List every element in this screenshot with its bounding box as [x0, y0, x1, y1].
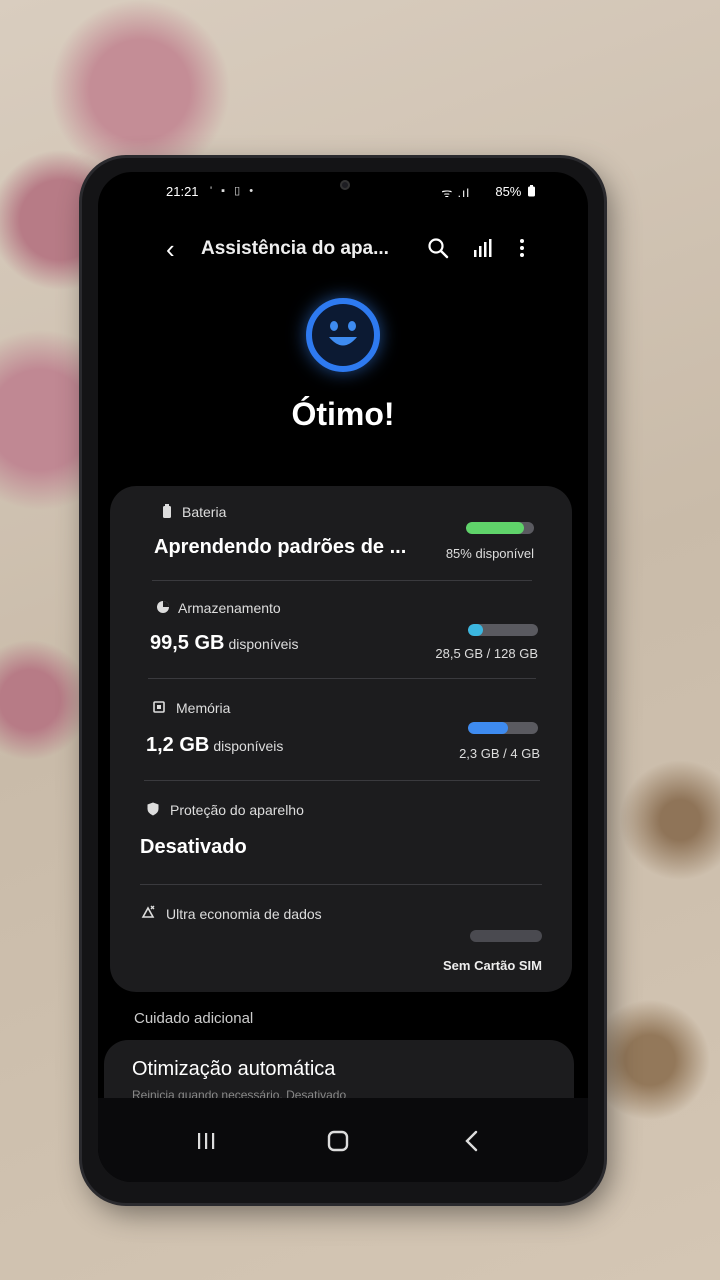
memory-bar: [468, 722, 538, 734]
recent-apps-icon[interactable]: [186, 1126, 226, 1156]
divider: [152, 580, 532, 581]
no-sim-status: Sem Cartão SIM: [443, 958, 542, 973]
battery-percent: 85%: [495, 184, 522, 199]
smiley-face-icon: [306, 298, 380, 372]
storage-amount: 99,5 GB: [150, 632, 225, 654]
navigation-bar: [98, 1098, 588, 1182]
battery-row[interactable]: Bateria Aprendendo padrões de ... 85% di…: [110, 486, 572, 582]
memory-suffix: disponíveis: [213, 738, 284, 754]
memory-bar-fill: [468, 722, 509, 734]
storage-info: 28,5 GB / 128 GB: [435, 646, 538, 661]
protection-row[interactable]: Proteção do aparelho Desativado: [110, 782, 572, 882]
pie-chart-icon: [157, 601, 169, 613]
storage-row[interactable]: Armazenamento 99,5 GB disponíveis 28,5 GB…: [110, 582, 572, 680]
notification-icons: ' ▪ ▯ •: [210, 185, 257, 197]
device-care-card: Bateria Aprendendo padrões de ... 85% di…: [110, 486, 572, 992]
battery-bar-fill: [466, 522, 524, 534]
storage-suffix: disponíveis: [228, 636, 299, 652]
search-icon[interactable]: [426, 236, 450, 260]
home-icon[interactable]: [318, 1126, 358, 1156]
memory-row[interactable]: Memória 1,2 GB disponíveis 2,3 GB / 4 GB: [110, 680, 572, 780]
signal-icon: ᯤ .ıl: [441, 186, 470, 200]
protection-label: Proteção do aparelho: [170, 802, 304, 818]
data-saver-row[interactable]: Ultra economia de dados Sem Cartão SIM: [110, 886, 572, 992]
storage-bar-fill: [468, 624, 484, 636]
battery-info: 85% disponível: [445, 546, 534, 561]
data-saver-label: Ultra economia de dados: [166, 906, 322, 922]
storage-value: 99,5 GB disponíveis: [150, 632, 299, 655]
battery-value: Aprendendo padrões de ...: [154, 536, 407, 558]
memory-label: Memória: [176, 700, 231, 716]
data-saver-bar: [470, 930, 542, 942]
storage-label: Armazenamento: [178, 600, 281, 616]
phone-screen: 21:21 ' ▪ ▯ • ᯤ .ıl 85% ‹ Assistência do…: [98, 172, 588, 1182]
device-status-title: Ótimo!: [291, 396, 395, 432]
back-icon[interactable]: [452, 1126, 492, 1156]
auto-optimization-title: Otimização automática: [132, 1058, 336, 1080]
more-vertical-icon[interactable]: [510, 236, 534, 260]
divider: [140, 884, 542, 885]
memory-info: 2,3 GB / 4 GB: [459, 746, 540, 761]
page-title: Assistência do apa...: [201, 238, 389, 259]
divider: [144, 780, 540, 781]
back-icon[interactable]: ‹: [166, 234, 175, 264]
battery-bar: [466, 522, 534, 534]
divider: [148, 678, 536, 679]
battery-label: Bateria: [182, 504, 227, 520]
bar-chart-icon[interactable]: [470, 236, 494, 260]
storage-bar: [468, 624, 538, 636]
battery-status: 85%: [495, 184, 536, 199]
battery-icon: [528, 185, 535, 197]
app-header: ‹ Assistência do apa...: [98, 230, 588, 270]
memory-chip-icon: [153, 701, 165, 713]
data-saver-icon: [141, 905, 155, 918]
memory-value: 1,2 GB disponíveis: [146, 734, 283, 757]
memory-amount: 1,2 GB: [146, 734, 210, 756]
status-bar: 21:21 ' ▪ ▯ • ᯤ .ıl 85%: [98, 182, 588, 202]
protection-value: Desativado: [140, 836, 247, 858]
battery-icon: [163, 504, 171, 518]
section-additional-care: Cuidado adicional: [134, 1010, 254, 1027]
shield-icon: [147, 802, 159, 816]
status-time: 21:21: [166, 184, 199, 199]
